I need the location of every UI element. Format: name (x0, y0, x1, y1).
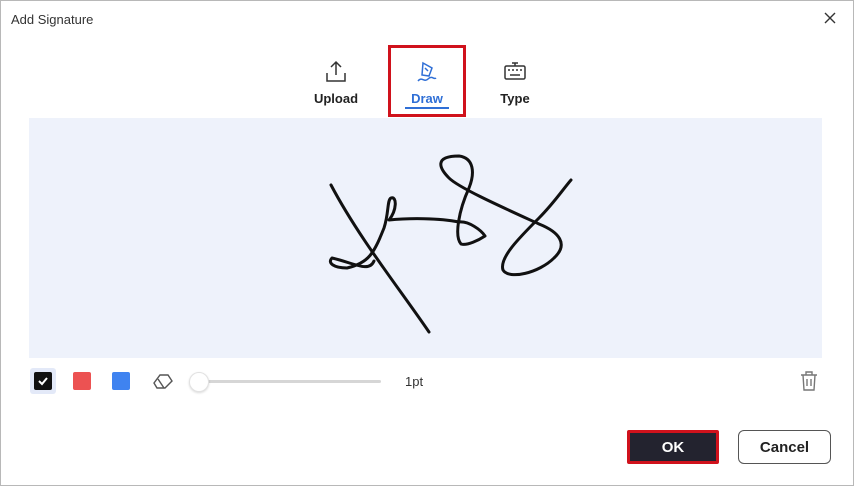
color-swatch-black[interactable] (34, 372, 52, 390)
color-swatch-red[interactable] (73, 372, 91, 390)
tab-draw-label: Draw (411, 91, 443, 106)
trash-icon[interactable] (798, 370, 820, 392)
dialog-title: Add Signature (11, 12, 94, 27)
stroke-size-label: 1pt (405, 374, 424, 389)
tab-type[interactable]: Type (475, 57, 555, 113)
tab-draw[interactable]: Draw (387, 57, 467, 113)
active-tab-indicator (405, 107, 449, 109)
close-button[interactable] (822, 10, 838, 26)
stroke-size-slider-thumb[interactable] (189, 372, 209, 392)
pen-icon (417, 61, 437, 82)
tab-upload[interactable]: Upload (296, 57, 376, 113)
keyboard-icon (504, 62, 526, 80)
signature-canvas[interactable] (29, 118, 822, 358)
drawn-signature (328, 154, 573, 334)
tab-type-label: Type (500, 91, 530, 106)
stroke-size-slider-track[interactable] (195, 380, 381, 383)
color-swatch-blue[interactable] (112, 372, 130, 390)
upload-icon (326, 60, 346, 82)
ok-button[interactable]: OK (627, 430, 719, 464)
tab-upload-label: Upload (313, 91, 359, 106)
checkmark-icon (38, 377, 48, 386)
add-signature-dialog: Add Signature Upload Draw Type 1pt OK Ca… (0, 0, 854, 486)
close-icon (824, 12, 836, 24)
eraser-icon[interactable] (152, 371, 174, 391)
cancel-button[interactable]: Cancel (738, 430, 831, 464)
